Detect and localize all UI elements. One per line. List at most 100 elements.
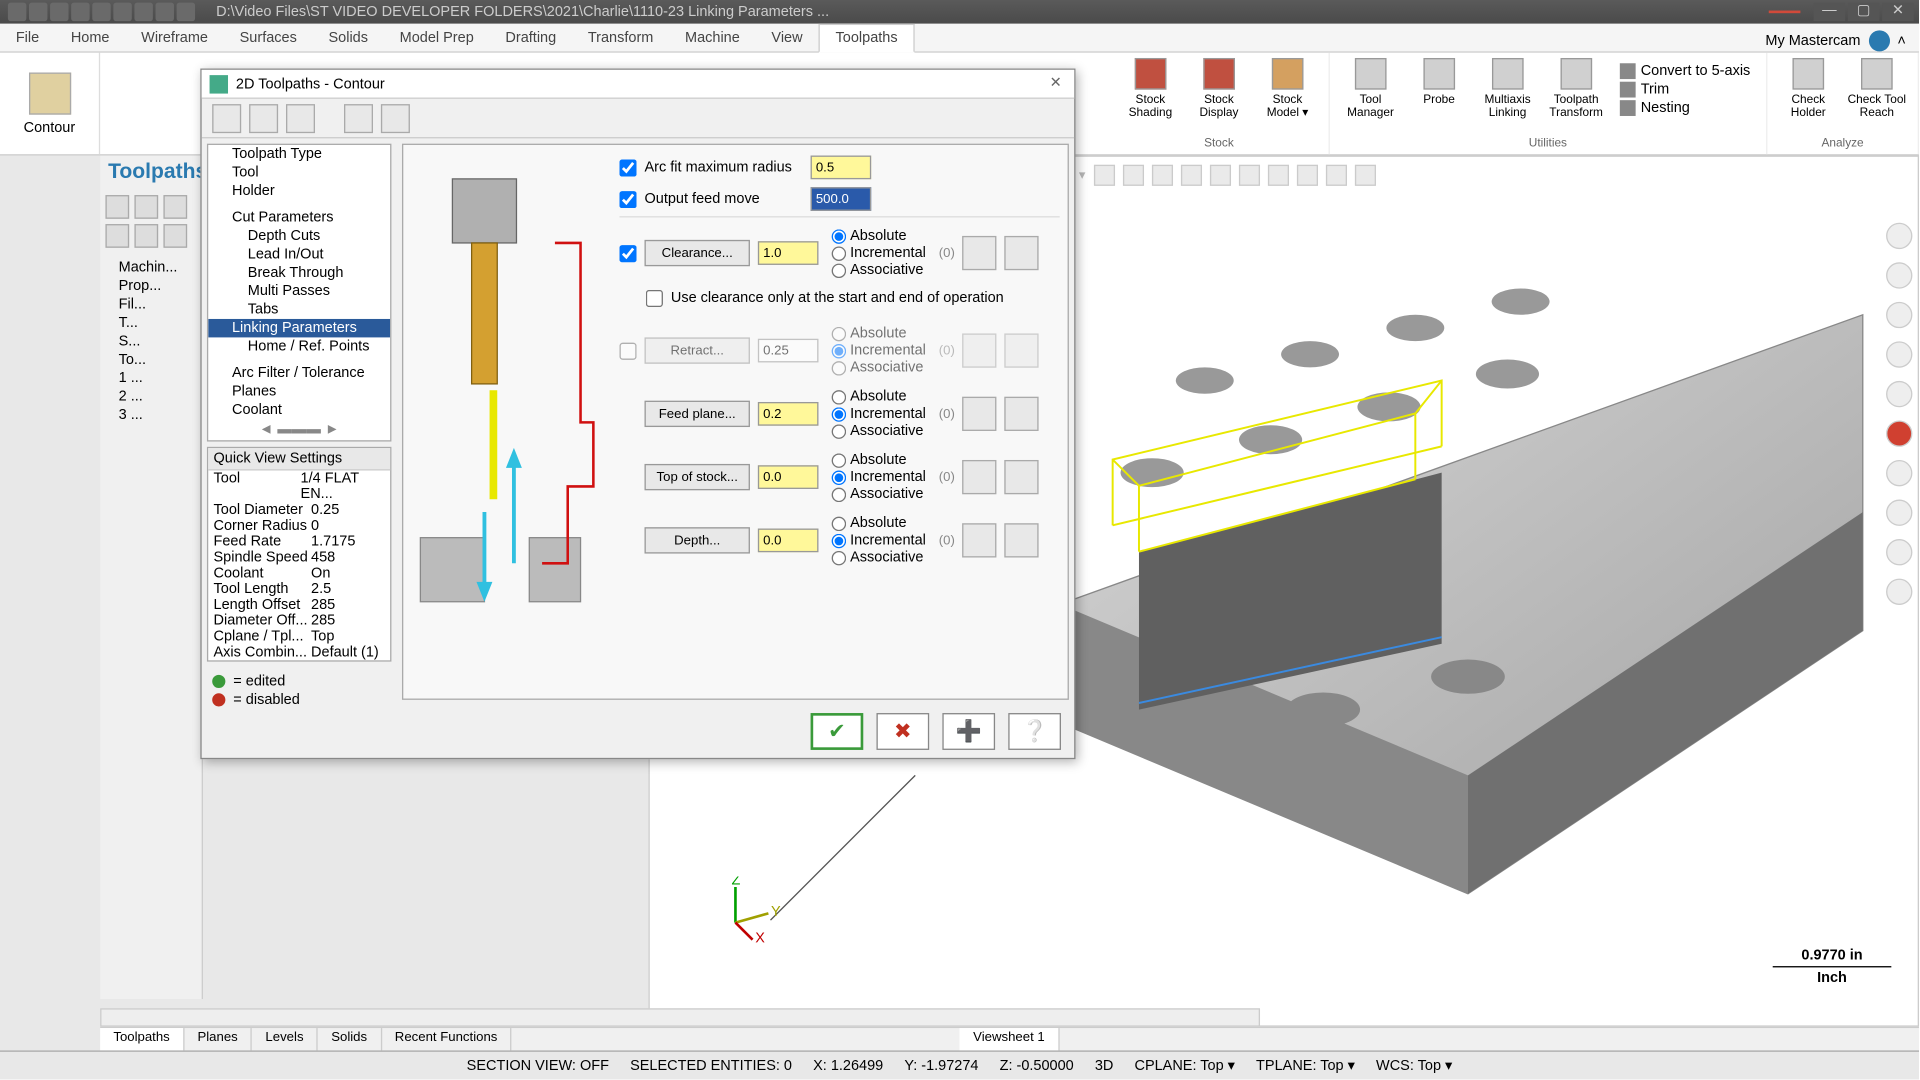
tab-modelprep[interactable]: Model Prep	[384, 25, 490, 51]
retract-checkbox[interactable]	[619, 342, 636, 359]
tab-view[interactable]: View	[756, 25, 819, 51]
tab-solids[interactable]: Solids	[313, 25, 384, 51]
vp-btn-icon[interactable]	[1267, 165, 1288, 186]
parameter-tree[interactable]: Toolpath Type Tool Holder Cut Parameters…	[207, 144, 392, 442]
tp-toolbar-icon[interactable]	[105, 195, 129, 219]
stock-shading-button[interactable]: Stock Shading	[1120, 58, 1181, 119]
status-tplane[interactable]: TPLANE: Top ▾	[1256, 1057, 1355, 1074]
btab-toolpaths[interactable]: Toolpaths	[100, 1028, 184, 1050]
tp-toolbar-icon[interactable]	[163, 224, 187, 248]
tree-break[interactable]: Break Through	[208, 264, 390, 282]
tab-surfaces[interactable]: Surfaces	[224, 25, 313, 51]
qat-redo-icon[interactable]	[177, 3, 195, 21]
qat-save-icon[interactable]	[50, 3, 68, 21]
tp-toolbar-icon[interactable]	[134, 195, 158, 219]
qat-new-icon[interactable]	[8, 3, 26, 21]
help-button[interactable]: ❔	[1008, 713, 1061, 750]
user-avatar-icon[interactable]	[1868, 30, 1889, 51]
tree-lead[interactable]: Lead In/Out	[208, 245, 390, 263]
vp-btn-icon[interactable]	[1151, 165, 1172, 186]
minimize-button[interactable]: —	[1814, 3, 1846, 21]
check-tool-reach-button[interactable]: Check Tool Reach	[1847, 58, 1908, 119]
depth-globe-icon[interactable]	[1005, 523, 1039, 557]
feed-plane-button[interactable]: Feed plane...	[645, 401, 750, 427]
vp-btn-icon[interactable]	[1296, 165, 1317, 186]
tree-tool[interactable]: Tool	[208, 163, 390, 181]
ribbon-collapse-icon[interactable]: ˄	[1897, 33, 1905, 49]
tree-linking-params[interactable]: Linking Parameters	[208, 319, 390, 337]
depth-incremental-radio[interactable]	[832, 533, 846, 547]
tab-home[interactable]: Home	[55, 25, 125, 51]
close-button[interactable]: ✕	[1882, 3, 1914, 21]
clearance-checkbox[interactable]	[619, 244, 636, 261]
use-clearance-only-checkbox[interactable]	[646, 289, 663, 306]
tree-multi[interactable]: Multi Passes	[208, 282, 390, 300]
feed-globe-icon[interactable]	[1005, 397, 1039, 431]
tree-toolpath-type[interactable]: Toolpath Type	[208, 145, 390, 163]
tab-toolpaths[interactable]: Toolpaths	[818, 24, 914, 53]
vp-side-icon[interactable]	[1886, 302, 1912, 328]
convert-5axis-link[interactable]: Convert to 5-axis	[1620, 63, 1751, 79]
check-holder-button[interactable]: Check Holder	[1778, 58, 1839, 119]
output-feed-checkbox[interactable]	[619, 190, 636, 207]
vp-side-icon[interactable]	[1886, 460, 1912, 486]
dlg-tb-icon[interactable]	[381, 103, 410, 132]
feed-absolute-radio[interactable]	[832, 389, 846, 403]
cancel-button[interactable]: ✖	[876, 713, 929, 750]
qat-saveas-icon[interactable]	[71, 3, 89, 21]
btab-levels[interactable]: Levels	[252, 1028, 318, 1050]
dialog-titlebar[interactable]: 2D Toolpaths - Contour ✕	[202, 70, 1075, 99]
multiaxis-linking-button[interactable]: Multiaxis Linking	[1477, 58, 1538, 121]
tab-file[interactable]: File	[0, 25, 55, 51]
clearance-incremental-radio[interactable]	[832, 246, 846, 260]
maximize-button[interactable]: ▢	[1848, 3, 1880, 21]
depth-input[interactable]	[758, 529, 819, 553]
status-cplane[interactable]: CPLANE: Top ▾	[1134, 1057, 1234, 1074]
contour-icon[interactable]	[28, 72, 70, 114]
horizontal-scrollbar[interactable]	[100, 1008, 1260, 1026]
top-pick-icon[interactable]	[963, 460, 997, 494]
toolpath-transform-button[interactable]: Toolpath Transform	[1546, 58, 1607, 121]
probe-button[interactable]: Probe	[1409, 58, 1470, 121]
tab-machine[interactable]: Machine	[669, 25, 755, 51]
dialog-close-button[interactable]: ✕	[1045, 73, 1066, 94]
vp-btn-icon[interactable]	[1093, 165, 1114, 186]
dlg-tb-icon[interactable]	[212, 103, 241, 132]
vp-side-icon[interactable]	[1886, 223, 1912, 249]
ok-button[interactable]: ✔	[811, 713, 864, 750]
qat-undo-icon[interactable]	[156, 3, 174, 21]
tree-tabs[interactable]: Tabs	[208, 301, 390, 319]
output-feed-input[interactable]	[811, 187, 872, 211]
tp-toolbar-icon[interactable]	[134, 224, 158, 248]
depth-button[interactable]: Depth...	[645, 527, 750, 553]
vp-btn-icon[interactable]	[1325, 165, 1346, 186]
depth-absolute-radio[interactable]	[832, 516, 846, 530]
feed-pick-icon[interactable]	[963, 397, 997, 431]
status-3d[interactable]: 3D	[1095, 1058, 1114, 1074]
stock-model-button[interactable]: Stock Model ▾	[1257, 58, 1318, 119]
tree-arc-filter[interactable]: Arc Filter / Tolerance	[208, 364, 390, 382]
status-wcs[interactable]: WCS: Top ▾	[1376, 1057, 1452, 1074]
vp-btn-icon[interactable]	[1238, 165, 1259, 186]
vp-btn-icon[interactable]	[1354, 165, 1375, 186]
top-stock-button[interactable]: Top of stock...	[645, 464, 750, 490]
clearance-button[interactable]: Clearance...	[645, 240, 750, 266]
qat-btn2-icon[interactable]	[134, 3, 152, 21]
tree-cut-params[interactable]: Cut Parameters	[208, 208, 390, 226]
tree-planes[interactable]: Planes	[208, 382, 390, 400]
tab-transform[interactable]: Transform	[572, 25, 669, 51]
tab-drafting[interactable]: Drafting	[490, 25, 572, 51]
qat-btn-icon[interactable]	[113, 3, 131, 21]
clearance-absolute-radio[interactable]	[832, 229, 846, 243]
btab-planes[interactable]: Planes	[184, 1028, 252, 1050]
depth-pick-icon[interactable]	[963, 523, 997, 557]
tp-toolbar-icon[interactable]	[163, 195, 187, 219]
dlg-tb-icon[interactable]	[286, 103, 315, 132]
vp-side-icon[interactable]	[1886, 500, 1912, 526]
vp-side-icon[interactable]	[1886, 262, 1912, 288]
vp-side-icon[interactable]	[1886, 341, 1912, 367]
clearance-input[interactable]	[758, 241, 819, 265]
retract-button[interactable]: Retract...	[645, 337, 750, 363]
depth-associative-radio[interactable]	[832, 550, 846, 564]
qat-print-icon[interactable]	[92, 3, 110, 21]
